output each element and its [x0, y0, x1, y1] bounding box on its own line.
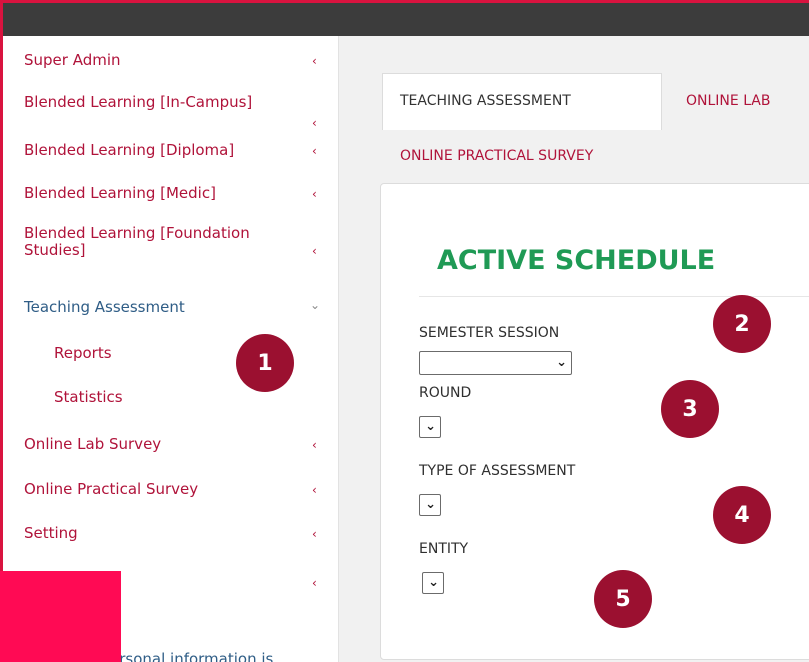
sidebar-item-label: Blended Learning [Foundation — [24, 224, 250, 242]
top-navbar — [3, 3, 809, 36]
sidebar-subitem-reports[interactable]: Reports — [54, 344, 112, 362]
chevron-left-icon[interactable]: ‹ — [312, 576, 317, 590]
sidebar-item-label: Blended Learning [In-Campus] — [24, 93, 253, 111]
sidebar-item-setting[interactable]: Setting — [24, 525, 324, 542]
chevron-left-icon[interactable]: ‹ — [312, 187, 317, 201]
sidebar-item-label: Online Practical Survey — [24, 480, 199, 498]
tab-online-practical-survey[interactable]: ONLINE PRACTICAL SURVEY — [400, 148, 593, 164]
sidebar-item-label-line2: Studies] — [24, 241, 86, 259]
chevron-down-icon[interactable]: ⌄ — [310, 298, 320, 312]
sidebar-item-blended-diploma[interactable]: Blended Learning [Diploma] — [24, 142, 324, 159]
semester-session-select[interactable]: ⌄ — [419, 351, 572, 375]
entity-select[interactable]: ⌄ — [422, 572, 444, 594]
chevron-down-icon: ⌄ — [425, 418, 436, 434]
sidebar-item-label: Online Lab Survey — [24, 435, 162, 453]
chevron-left-icon[interactable]: ‹ — [312, 54, 317, 68]
sidebar-item-label: Super Admin — [24, 51, 121, 69]
tab-online-lab[interactable]: ONLINE LAB — [686, 93, 771, 109]
chevron-left-icon[interactable]: ‹ — [312, 483, 317, 497]
active-schedule-panel: ACTIVE SCHEDULE SEMESTER SESSION ⌄ ROUND… — [380, 183, 809, 660]
chevron-left-icon[interactable]: ‹ — [312, 527, 317, 541]
sidebar-subitem-statistics[interactable]: Statistics — [54, 388, 123, 406]
sidebar-item-label: Teaching Assessment — [24, 298, 185, 316]
chevron-down-icon: ⌄ — [556, 354, 567, 370]
annotation-badge-1: 1 — [236, 334, 294, 392]
chevron-left-icon[interactable]: ‹ — [312, 244, 317, 258]
sidebar-item-label: Setting — [24, 524, 78, 542]
semester-session-label: SEMESTER SESSION — [419, 325, 560, 341]
tab-teaching-assessment[interactable]: TEACHING ASSESSMENT — [382, 73, 662, 130]
sidebar-item-label: Blended Learning [Diploma] — [24, 141, 235, 159]
panel-title: ACTIVE SCHEDULE — [437, 245, 716, 276]
sidebar-item-blended-medic[interactable]: Blended Learning [Medic] — [24, 185, 324, 202]
annotation-badge-3: 3 — [661, 380, 719, 438]
sidebar-item-label: Blended Learning [Medic] — [24, 184, 216, 202]
chevron-left-icon[interactable]: ‹ — [312, 116, 317, 130]
privacy-text-partial: ersonal information is — [110, 650, 274, 662]
round-label: ROUND — [419, 385, 472, 401]
type-of-assessment-label: TYPE OF ASSESSMENT — [419, 463, 576, 479]
type-of-assessment-select[interactable]: ⌄ — [419, 494, 441, 516]
sidebar-item-blended-in-campus[interactable]: Blended Learning [In-Campus] — [24, 94, 324, 111]
annotation-badge-5: 5 — [594, 570, 652, 628]
redaction-block — [0, 571, 121, 662]
sidebar-item-teaching-assessment[interactable]: Teaching Assessment — [24, 299, 324, 316]
sidebar-item-super-admin[interactable]: Super Admin — [24, 52, 324, 69]
sidebar-item-blended-foundation[interactable]: Blended Learning [Foundation Studies] — [24, 225, 324, 259]
chevron-down-icon: ⌄ — [425, 496, 436, 512]
round-select[interactable]: ⌄ — [419, 416, 441, 438]
chevron-down-icon: ⌄ — [428, 574, 439, 590]
sidebar-item-online-practical-survey[interactable]: Online Practical Survey — [24, 481, 324, 498]
entity-label: ENTITY — [419, 541, 469, 557]
annotation-badge-2: 2 — [713, 295, 771, 353]
chevron-left-icon[interactable]: ‹ — [312, 144, 317, 158]
chevron-left-icon[interactable]: ‹ — [312, 438, 317, 452]
sidebar-item-online-lab-survey[interactable]: Online Lab Survey — [24, 436, 324, 453]
annotation-badge-4: 4 — [713, 486, 771, 544]
